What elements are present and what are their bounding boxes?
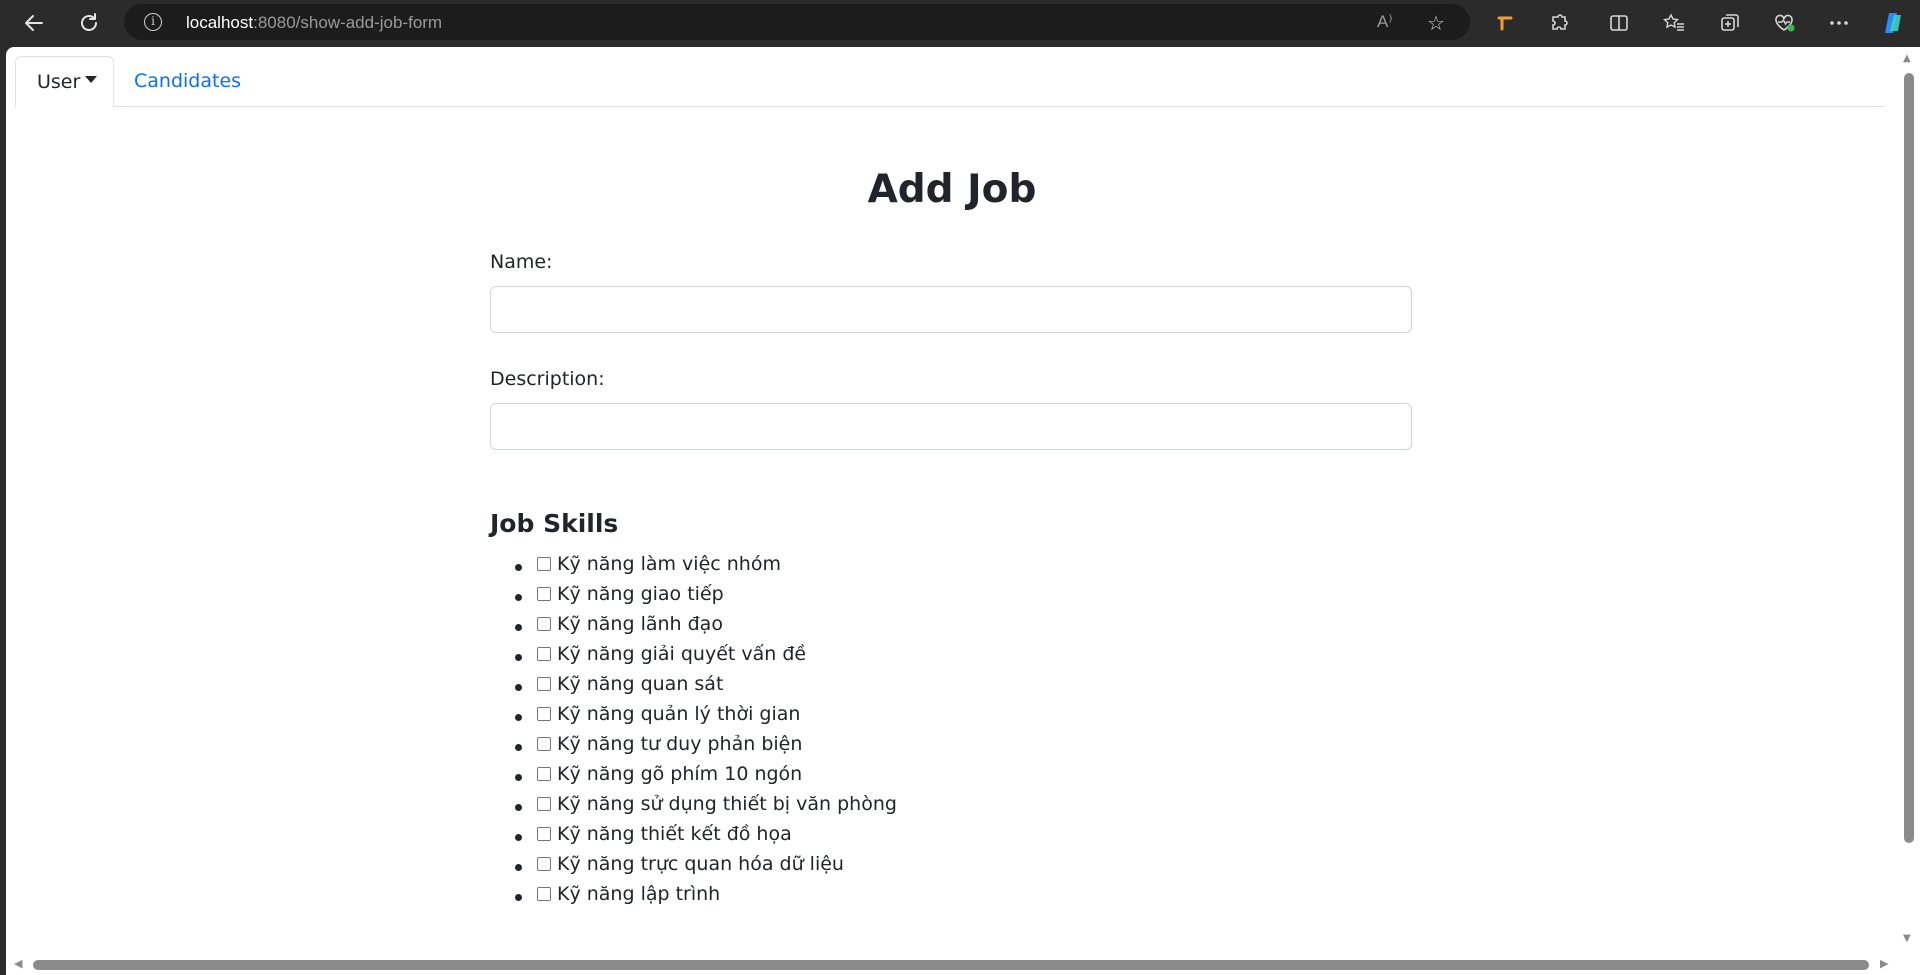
skill-checkbox[interactable] [537, 587, 551, 601]
skill-label: Kỹ năng sử dụng thiết bị văn phòng [557, 793, 897, 815]
bullet-icon [515, 684, 522, 691]
skill-checkbox[interactable] [537, 707, 551, 721]
skill-item: Kỹ năng lãnh đạo [490, 612, 723, 642]
address-bar[interactable]: i localhost:8080/show-add-job-form A⁾ ☆ [124, 4, 1470, 40]
skill-checkbox[interactable] [537, 767, 551, 781]
scroll-left-arrow-icon[interactable]: ◀ [14, 957, 22, 970]
job-skills-heading: Job Skills [490, 509, 619, 538]
favorites-list-icon[interactable] [1659, 8, 1689, 38]
name-input[interactable] [490, 286, 1412, 333]
extension-orange-icon[interactable] [1490, 8, 1520, 38]
skill-item: Kỹ năng sử dụng thiết bị văn phòng [490, 792, 897, 822]
bullet-icon [515, 654, 522, 661]
tab-candidates[interactable]: Candidates [134, 70, 241, 92]
vertical-scrollbar[interactable]: ▲ ▼ [1898, 47, 1920, 955]
bullet-icon [515, 744, 522, 751]
skill-checkbox[interactable] [537, 857, 551, 871]
refresh-icon[interactable] [74, 8, 104, 38]
skill-label: Kỹ năng giải quyết vấn đề [557, 643, 807, 665]
browser-essentials-heart-icon[interactable] [1770, 8, 1800, 38]
skill-checkbox[interactable] [537, 647, 551, 661]
scroll-down-arrow-icon[interactable]: ▼ [1903, 933, 1911, 944]
nav-tabs: User Candidates [15, 56, 1885, 108]
skill-label: Kỹ năng tư duy phản biện [557, 733, 803, 755]
scroll-right-arrow-icon[interactable]: ▶ [1880, 957, 1888, 970]
skill-item: Kỹ năng giao tiếp [490, 582, 724, 612]
skill-item: Kỹ năng thiết kết đồ họa [490, 822, 792, 852]
skill-checkbox[interactable] [537, 737, 551, 751]
read-aloud-icon[interactable]: A⁾ [1377, 12, 1393, 32]
caret-down-icon [85, 76, 98, 83]
name-label: Name: [490, 251, 553, 273]
skill-item: Kỹ năng lập trình [490, 882, 720, 912]
bullet-icon [515, 804, 522, 811]
url-text[interactable]: localhost:8080/show-add-job-form [186, 13, 442, 33]
skill-checkbox[interactable] [537, 887, 551, 901]
tab-user-label: User [37, 71, 81, 93]
skill-item: Kỹ năng tư duy phản biện [490, 732, 802, 762]
skill-label: Kỹ năng giao tiếp [557, 583, 724, 605]
url-path: :8080/show-add-job-form [253, 13, 443, 32]
url-host: localhost [186, 13, 254, 32]
tab-user-dropdown[interactable]: User [15, 56, 114, 108]
browser-toolbar: i localhost:8080/show-add-job-form A⁾ ☆ [0, 0, 1920, 45]
horizontal-scrollbar[interactable]: ◀ ▶ [6, 955, 1920, 975]
extensions-puzzle-icon[interactable] [1544, 8, 1574, 38]
skill-item: Kỹ năng gõ phím 10 ngón [490, 762, 802, 792]
bullet-icon [515, 774, 522, 781]
page-content: User Candidates Add Job Name: Descriptio… [6, 47, 1898, 955]
collections-icon[interactable] [1715, 8, 1745, 38]
skill-item: Kỹ năng giải quyết vấn đề [490, 642, 806, 672]
description-input[interactable] [490, 403, 1412, 450]
bullet-icon [515, 864, 522, 871]
skill-label: Kỹ năng thiết kết đồ họa [557, 823, 792, 845]
skill-label: Kỹ năng gõ phím 10 ngón [557, 763, 803, 785]
skill-label: Kỹ năng quản lý thời gian [557, 703, 801, 725]
bullet-icon [515, 624, 522, 631]
skill-label: Kỹ năng làm việc nhóm [557, 553, 781, 575]
skill-item: Kỹ năng quản lý thời gian [490, 702, 800, 732]
bullet-icon [515, 714, 522, 721]
page-viewport: User Candidates Add Job Name: Descriptio… [6, 47, 1920, 975]
skill-label: Kỹ năng lập trình [557, 883, 721, 905]
bullet-icon [515, 564, 522, 571]
page-title: Add Job [867, 167, 1037, 212]
bullet-icon [515, 594, 522, 601]
horizontal-scroll-thumb[interactable] [33, 960, 1869, 970]
favorite-star-icon[interactable]: ☆ [1427, 11, 1445, 35]
job-skills-list: Kỹ năng làm việc nhóm Kỹ năng giao tiếp … [490, 552, 897, 912]
description-label: Description: [490, 368, 605, 390]
skill-label: Kỹ năng quan sát [557, 673, 724, 695]
skill-item: Kỹ năng trực quan hóa dữ liệu [490, 852, 844, 882]
more-menu-icon[interactable] [1824, 8, 1854, 38]
skill-label: Kỹ năng trực quan hóa dữ liệu [557, 853, 844, 875]
skill-checkbox[interactable] [537, 827, 551, 841]
bullet-icon [515, 834, 522, 841]
split-screen-icon[interactable] [1604, 8, 1634, 38]
skill-checkbox[interactable] [537, 617, 551, 631]
skill-checkbox[interactable] [537, 797, 551, 811]
skill-item: Kỹ năng làm việc nhóm [490, 552, 781, 582]
skill-item: Kỹ năng quan sát [490, 672, 723, 702]
bullet-icon [515, 894, 522, 901]
skill-checkbox[interactable] [537, 557, 551, 571]
copilot-icon[interactable] [1878, 8, 1908, 38]
site-info-icon[interactable]: i [144, 13, 162, 31]
skill-label: Kỹ năng lãnh đạo [557, 613, 723, 635]
skill-checkbox[interactable] [537, 677, 551, 691]
scroll-up-arrow-icon[interactable]: ▲ [1903, 53, 1911, 64]
back-arrow-icon[interactable] [19, 8, 49, 38]
vertical-scroll-thumb[interactable] [1904, 73, 1914, 843]
